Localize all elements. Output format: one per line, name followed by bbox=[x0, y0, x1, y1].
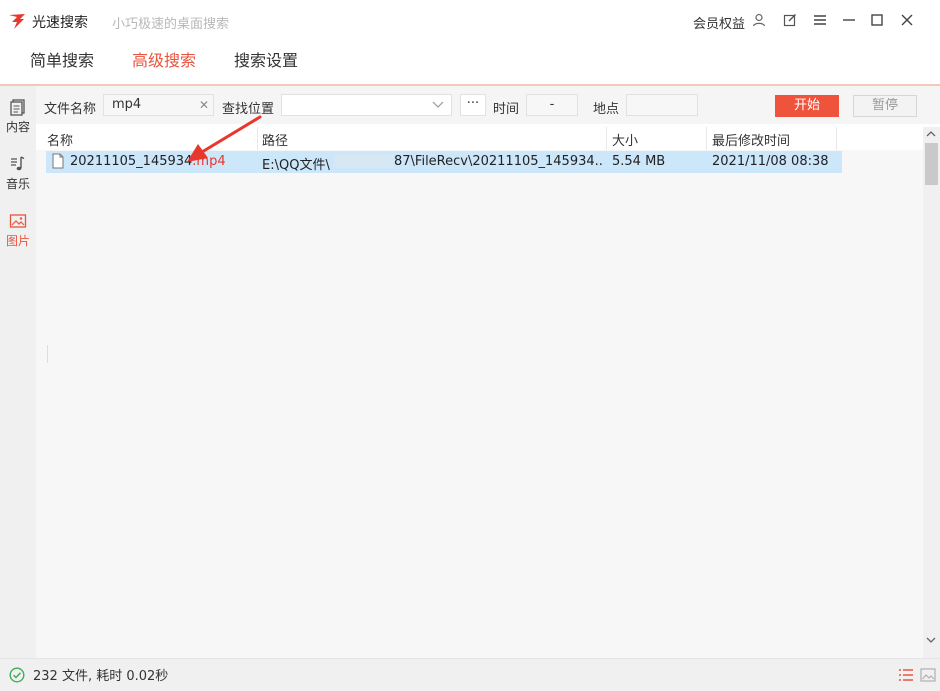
file-name-base: 20211105_145934 bbox=[70, 154, 193, 169]
tab-simple-search[interactable]: 简单搜索 bbox=[30, 47, 94, 71]
column-header-path[interactable]: 路径 bbox=[262, 130, 288, 149]
music-icon bbox=[11, 156, 25, 171]
column-divider[interactable] bbox=[606, 127, 607, 150]
menu-icon[interactable] bbox=[811, 11, 829, 29]
list-view-icon[interactable] bbox=[898, 668, 914, 682]
sidebar-item-label: 内容 bbox=[5, 120, 30, 134]
time-value: - bbox=[549, 97, 555, 112]
filename-label: 文件名称 bbox=[44, 102, 97, 117]
clear-icon[interactable]: ✕ bbox=[199, 98, 209, 112]
app-logo-icon bbox=[9, 14, 25, 29]
sidebar-item-music[interactable]: 音乐 bbox=[0, 155, 36, 192]
filename-value: mp4 bbox=[112, 97, 142, 112]
column-divider[interactable] bbox=[706, 127, 707, 150]
file-icon bbox=[52, 153, 64, 169]
document-icon bbox=[10, 99, 25, 116]
sidebar-item-image[interactable]: 图片 bbox=[0, 212, 36, 249]
sidebar-item-content[interactable]: 内容 bbox=[0, 98, 36, 135]
minimize-icon[interactable] bbox=[840, 11, 858, 29]
tab-advanced-search[interactable]: 高级搜索 bbox=[132, 47, 196, 71]
file-path-suffix: 87\FileRecv\20211105_145934.... bbox=[394, 154, 604, 169]
member-benefits-link[interactable]: 会员权益 bbox=[693, 13, 745, 32]
time-label: 时间 bbox=[493, 102, 520, 117]
location-select[interactable] bbox=[281, 94, 452, 116]
redacted-path-segment bbox=[334, 154, 394, 168]
sidebar-item-label: 音乐 bbox=[5, 177, 30, 191]
scroll-up-icon[interactable] bbox=[926, 130, 936, 138]
close-icon[interactable] bbox=[898, 11, 916, 29]
file-modified: 2021/11/08 08:38 bbox=[712, 154, 829, 169]
app-name: 光速搜索 bbox=[32, 15, 88, 31]
annotation-arrow-icon bbox=[187, 115, 262, 162]
user-icon[interactable] bbox=[750, 11, 768, 29]
scroll-down-icon[interactable] bbox=[926, 636, 936, 644]
results-list bbox=[36, 150, 923, 658]
scroll-thumb[interactable] bbox=[925, 143, 938, 185]
thumbnail-view-icon[interactable] bbox=[920, 668, 936, 682]
column-header-size[interactable]: 大小 bbox=[612, 130, 638, 149]
start-button[interactable]: 开始 bbox=[775, 95, 839, 117]
edit-icon[interactable] bbox=[781, 11, 799, 29]
column-header-modified[interactable]: 最后修改时间 bbox=[712, 130, 790, 149]
column-header-name[interactable]: 名称 bbox=[47, 130, 73, 149]
app-subtitle: 小巧极速的桌面搜索 bbox=[112, 17, 230, 32]
pause-button[interactable]: 暂停 bbox=[853, 95, 917, 117]
place-label: 地点 bbox=[593, 102, 620, 117]
status-text: 232 文件, 耗时 0.02秒 bbox=[33, 669, 169, 684]
vertical-scrollbar[interactable] bbox=[923, 127, 940, 658]
more-locations-button[interactable]: ··· bbox=[460, 94, 486, 116]
time-input[interactable]: - bbox=[526, 94, 578, 116]
chevron-down-icon[interactable] bbox=[432, 100, 444, 110]
column-divider[interactable] bbox=[836, 127, 837, 150]
sidebar-item-label: 图片 bbox=[5, 234, 30, 248]
check-circle-icon bbox=[9, 667, 25, 683]
file-size: 5.54 MB bbox=[612, 154, 666, 169]
place-input[interactable] bbox=[626, 94, 698, 116]
file-path-prefix: E:\QQ文件\ bbox=[262, 158, 330, 173]
maximize-icon[interactable] bbox=[868, 11, 886, 29]
text-caret bbox=[47, 345, 48, 363]
tab-search-settings[interactable]: 搜索设置 bbox=[234, 47, 298, 71]
image-icon bbox=[9, 214, 27, 228]
